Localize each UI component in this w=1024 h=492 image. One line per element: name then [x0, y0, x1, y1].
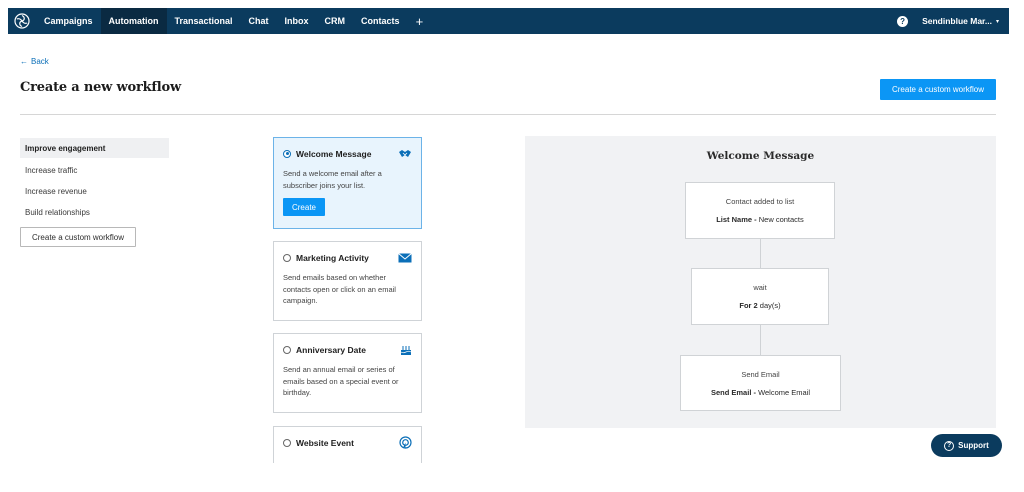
arrow-left-icon: ← — [20, 57, 28, 66]
step-label: wait — [753, 283, 767, 292]
connector-line — [760, 325, 761, 355]
page-title: Create a new workflow — [20, 80, 181, 95]
sidebar-item-increase-revenue[interactable]: Increase revenue — [20, 181, 169, 201]
nav-chat[interactable]: Chat — [241, 8, 277, 34]
workflow-preview-panel: Welcome Message Contact added to list Li… — [525, 136, 996, 428]
nav-add-plus-icon[interactable]: + — [408, 8, 432, 34]
chevron-down-icon[interactable]: ▾ — [996, 18, 999, 25]
nav-crm[interactable]: CRM — [317, 8, 354, 34]
account-menu[interactable]: Sendinblue Mar... — [922, 16, 992, 26]
card-description: Send emails based on whether contacts op… — [283, 273, 396, 305]
help-icon[interactable]: ? — [897, 15, 909, 27]
nav-automation[interactable]: Automation — [100, 8, 167, 34]
question-circle-icon: ? — [944, 440, 955, 451]
nav-transactional[interactable]: Transactional — [167, 8, 241, 34]
card-description: Send an annual email or series of emails… — [283, 365, 399, 397]
card-title: Welcome Message — [296, 148, 372, 159]
nav-campaigns[interactable]: Campaigns — [36, 8, 101, 34]
create-custom-workflow-button[interactable]: Create a custom workflow — [880, 79, 996, 100]
step-detail: For 2 day(s) — [739, 301, 781, 310]
workflow-card-marketing-activity[interactable]: Marketing Activity Send emails based on … — [273, 241, 422, 321]
sidebar-create-custom-workflow-button[interactable]: Create a custom workflow — [20, 227, 136, 247]
header-divider — [20, 114, 996, 115]
workflow-card-anniversary-date[interactable]: Anniversary Date Send an annual email or… — [273, 333, 422, 413]
step-detail: Send Email - Welcome Email — [710, 388, 811, 397]
nav-inbox[interactable]: Inbox — [277, 8, 317, 34]
step-label: Contact added to list — [725, 197, 795, 206]
create-button[interactable]: Create — [283, 198, 325, 216]
radio-button[interactable] — [283, 253, 291, 262]
radio-button[interactable] — [283, 149, 291, 158]
card-header: Anniversary Date — [283, 344, 412, 355]
nav-contacts[interactable]: Contacts — [353, 8, 408, 34]
back-label: Back — [31, 57, 49, 66]
step-detail: List Name - New contacts — [716, 215, 804, 224]
target-cursor-icon — [396, 436, 412, 449]
card-description: Send a welcome email after a subscriber … — [283, 169, 382, 190]
card-header: Website Event — [283, 436, 412, 449]
radio-button[interactable] — [283, 345, 291, 354]
sendinblue-logo-icon[interactable] — [8, 8, 36, 34]
support-button[interactable]: ? Support — [931, 434, 1002, 457]
cake-icon — [396, 344, 412, 356]
top-navigation-bar: Campaigns Automation Transactional Chat … — [8, 8, 1009, 34]
sidebar-item-build-relationships[interactable]: Build relationships — [20, 202, 169, 222]
preview-step-send-email: Send Email Send Email - Welcome Email — [680, 355, 841, 411]
card-header: Welcome Message — [283, 148, 412, 159]
card-title: Marketing Activity — [296, 252, 369, 263]
preview-step-trigger: Contact added to list List Name - New co… — [685, 182, 835, 239]
sidebar-item-improve-engagement[interactable]: Improve engagement — [20, 138, 169, 158]
envelope-icon — [396, 252, 412, 264]
connector-line — [760, 239, 761, 268]
radio-button[interactable] — [283, 438, 291, 447]
card-title: Anniversary Date — [296, 344, 366, 355]
workflow-card-website-event[interactable]: Website Event — [273, 426, 422, 463]
card-header: Marketing Activity — [283, 252, 412, 263]
preview-step-wait: wait For 2 day(s) — [691, 268, 829, 325]
card-title: Website Event — [296, 437, 354, 448]
back-link[interactable]: ← Back — [20, 57, 49, 66]
workflow-card-welcome-message[interactable]: Welcome Message Send a welcome email aft… — [273, 137, 422, 229]
step-label: Send Email — [741, 370, 780, 379]
support-label: Support — [958, 441, 989, 450]
nav-right-group: ? Sendinblue Mar... ▾ — [897, 8, 1009, 34]
sidebar-item-increase-traffic[interactable]: Increase traffic — [20, 160, 169, 180]
preview-title: Welcome Message — [706, 150, 815, 162]
handshake-icon — [396, 148, 412, 160]
